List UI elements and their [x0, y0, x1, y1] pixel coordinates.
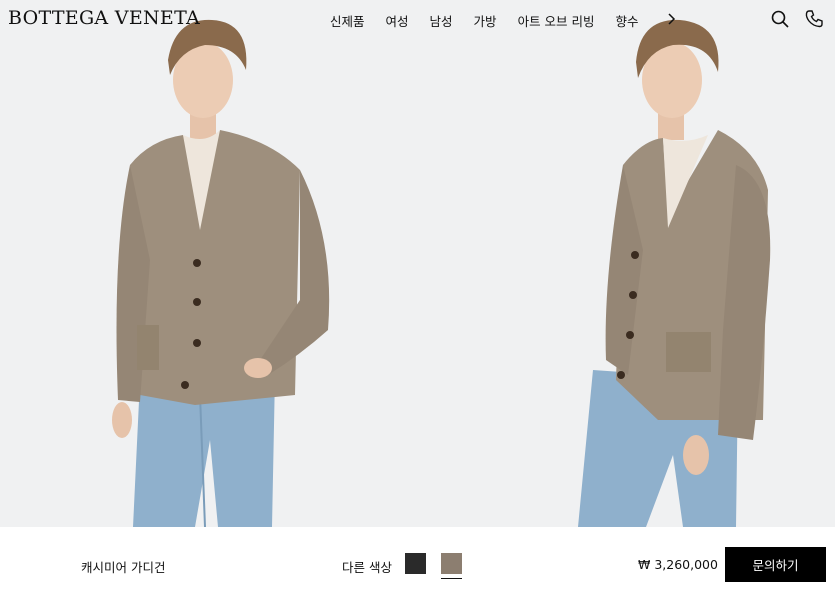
model-side-illustration	[418, 0, 835, 527]
nav-item-art-of-living[interactable]: 아트 오브 리빙	[518, 11, 595, 30]
search-icon[interactable]	[770, 9, 790, 29]
product-photo-front[interactable]	[0, 0, 417, 527]
site-header: BOTTEGA VENETA 신제품 여성 남성 가방 아트 오브 리빙 향수	[0, 0, 835, 38]
nav-item-new[interactable]: 신제품	[330, 11, 365, 30]
color-swatch-taupe[interactable]	[441, 553, 462, 574]
other-colors-label: 다른 색상	[342, 560, 392, 575]
product-purchase-bar: 캐시미어 가디건 다른 색상 ₩ 3,260,000 문의하기	[0, 527, 835, 593]
chevron-right-icon[interactable]	[665, 11, 679, 27]
color-swatch-dark-grey[interactable]	[405, 553, 426, 574]
main-nav: 신제품 여성 남성 가방 아트 오브 리빙 향수	[330, 11, 660, 30]
nav-item-bags[interactable]: 가방	[474, 11, 497, 30]
product-page: BOTTEGA VENETA 신제품 여성 남성 가방 아트 오브 리빙 향수	[0, 0, 835, 593]
brand-logo[interactable]: BOTTEGA VENETA	[8, 7, 200, 29]
nav-item-fragrance[interactable]: 향수	[616, 11, 639, 30]
product-photo-side[interactable]	[418, 0, 835, 527]
inquire-button[interactable]: 문의하기	[725, 547, 826, 582]
product-price: ₩ 3,260,000	[638, 557, 718, 572]
model-front-illustration	[0, 0, 417, 527]
product-name: 캐시미어 가디건	[81, 560, 166, 575]
nav-item-women[interactable]: 여성	[386, 11, 409, 30]
nav-item-men[interactable]: 남성	[430, 11, 453, 30]
phone-icon[interactable]	[804, 9, 824, 29]
selected-swatch-indicator	[441, 578, 462, 579]
